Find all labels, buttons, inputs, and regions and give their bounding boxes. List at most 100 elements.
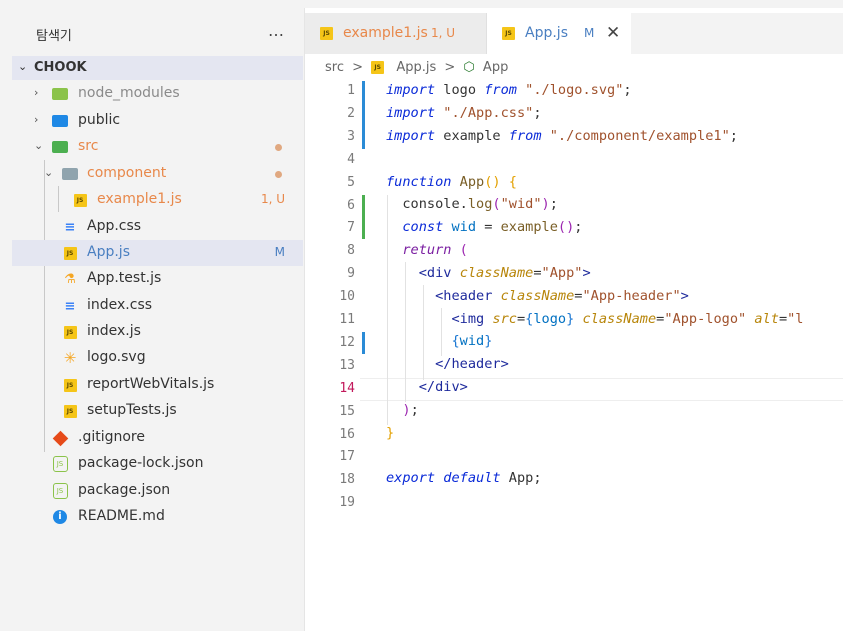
folder-icon xyxy=(62,166,78,182)
tree-item-label: App.css xyxy=(87,218,142,234)
tree-item-node-modules[interactable]: › node_modules xyxy=(12,81,303,107)
modified-lines-marker xyxy=(362,81,365,149)
modified-badge: M xyxy=(274,245,285,259)
tree-item-label: component xyxy=(87,165,167,181)
tree-item-label: App.js xyxy=(87,244,130,260)
js-icon: JS xyxy=(62,245,78,261)
node-json-icon: JS xyxy=(52,456,68,472)
tree-item-example1-js[interactable]: JS example1.js 1, U xyxy=(12,187,303,213)
tree-item-label: setupTests.js xyxy=(87,402,177,418)
workspace-section-header[interactable]: ⌄ CHOOK xyxy=(12,56,303,80)
tab-example1-js[interactable]: JS example1.js 1, U xyxy=(305,13,487,54)
test-flask-icon: ⚗ xyxy=(64,271,76,287)
line-number: 12 xyxy=(339,334,355,350)
tab-app-js[interactable]: JS App.js M ✕ xyxy=(487,13,631,54)
close-icon[interactable]: ✕ xyxy=(606,23,620,43)
code-line-16[interactable]: } xyxy=(386,425,394,441)
tree-item-label: README.md xyxy=(78,508,165,524)
line-number: 9 xyxy=(347,266,355,282)
line-number: 7 xyxy=(347,220,355,236)
line-number: 15 xyxy=(339,403,355,419)
line-number: 8 xyxy=(347,243,355,259)
js-icon: JS xyxy=(62,377,78,393)
tree-item-app-css[interactable]: ≡ App.css xyxy=(12,214,303,240)
tree-item-label: package.json xyxy=(78,482,171,498)
js-icon: JS xyxy=(72,192,88,208)
tree-item-app-test-js[interactable]: ⚗ App.test.js xyxy=(12,266,303,292)
line-number: 1 xyxy=(347,83,355,98)
tree-item-package-json[interactable]: JS package.json xyxy=(12,478,303,504)
more-actions-icon[interactable]: … xyxy=(268,21,285,40)
tree-item-reportwebvitals-js[interactable]: JS reportWebVitals.js xyxy=(12,372,303,398)
chevron-right-icon: > xyxy=(444,60,456,75)
problem-untracked-badge: 1, U xyxy=(260,192,285,206)
code-line-8[interactable]: return ( xyxy=(386,242,467,258)
code-line-3[interactable]: import example from "./component/example… xyxy=(386,128,738,144)
tree-item-package-lock-json[interactable]: JS package-lock.json xyxy=(12,451,303,477)
code-line-2[interactable]: import "./App.css"; xyxy=(386,105,542,121)
line-number: 14 xyxy=(339,380,355,396)
code-line-9[interactable]: <div className="App"> xyxy=(386,265,591,281)
chevron-down-icon: ⌄ xyxy=(34,139,44,152)
line-number: 17 xyxy=(339,449,355,465)
editor-tab-bar: JS example1.js 1, U JS App.js M ✕ xyxy=(305,13,843,54)
js-icon: JS xyxy=(62,324,78,340)
added-lines-marker xyxy=(362,195,365,239)
modified-dot xyxy=(275,171,282,178)
tree-item-label: index.css xyxy=(87,297,153,313)
tab-label: App.js xyxy=(525,25,568,41)
chevron-down-icon: ⌄ xyxy=(44,166,54,179)
tree-item-label: index.js xyxy=(87,323,141,339)
tree-item-label: App.test.js xyxy=(87,270,162,286)
tree-item-app-js[interactable]: JS App.js M xyxy=(12,240,303,266)
menu-bar-strip xyxy=(0,0,843,8)
explorer-title: 탐색기 xyxy=(36,29,72,44)
tree-item-gitignore[interactable]: .gitignore xyxy=(12,425,303,451)
tree-item-label: src xyxy=(78,138,99,154)
folder-node-icon xyxy=(52,86,68,102)
folder-public-icon xyxy=(52,113,68,129)
tab-status: 1, U xyxy=(431,26,456,40)
chevron-right-icon: > xyxy=(352,60,364,75)
tree-item-component[interactable]: ⌄ component xyxy=(12,161,303,187)
tree-item-logo-svg[interactable]: ✳ logo.svg xyxy=(12,345,303,371)
code-line-15[interactable]: ); xyxy=(386,402,418,418)
line-number: 16 xyxy=(339,426,355,442)
tree-item-label: logo.svg xyxy=(87,349,146,365)
tree-item-setuptests-js[interactable]: JS setupTests.js xyxy=(12,398,303,424)
chevron-right-icon: › xyxy=(34,113,39,126)
breadcrumb-symbol[interactable]: App xyxy=(483,60,508,75)
line-number: 10 xyxy=(339,289,355,305)
code-line-5[interactable]: function App() { xyxy=(386,174,517,190)
tree-item-readme-md[interactable]: i README.md xyxy=(12,504,303,530)
tree-item-label: public xyxy=(78,112,121,128)
breadcrumb-folder[interactable]: src xyxy=(325,60,344,75)
breadcrumb-file[interactable]: App.js xyxy=(396,60,436,75)
line-number: 2 xyxy=(347,105,355,121)
tree-item-public[interactable]: › public xyxy=(12,108,303,134)
line-number: 19 xyxy=(339,495,355,511)
tree-item-index-css[interactable]: ≡ index.css xyxy=(12,293,303,319)
css-icon: ≡ xyxy=(64,219,76,235)
css-icon: ≡ xyxy=(64,298,76,314)
code-line-18[interactable]: export default App; xyxy=(386,470,542,486)
line-number: 5 xyxy=(347,174,355,190)
code-line-6[interactable]: console.log("wid"); xyxy=(386,196,558,212)
code-line-10[interactable]: <header className="App-header"> xyxy=(386,288,689,304)
tab-status: M xyxy=(584,26,595,40)
code-line-1[interactable]: import logo from "./logo.svg"; xyxy=(386,82,632,98)
code-line-14[interactable]: </div> xyxy=(386,379,468,395)
code-line-11[interactable]: <img src={logo} className="App-logo" alt… xyxy=(386,311,803,327)
line-number: 11 xyxy=(339,312,355,327)
modified-lines-marker xyxy=(362,332,365,354)
code-line-12[interactable]: {wid} xyxy=(386,333,492,349)
tree-item-index-js[interactable]: JS index.js xyxy=(12,319,303,345)
code-line-7[interactable]: const wid = example(); xyxy=(386,219,582,235)
tree-item-label: example1.js xyxy=(97,191,182,207)
code-line-13[interactable]: </header> xyxy=(386,356,509,372)
svg-star-icon: ✳ xyxy=(63,349,77,367)
tree-item-src[interactable]: ⌄ src xyxy=(12,134,303,160)
js-icon: JS xyxy=(502,27,515,40)
git-icon xyxy=(52,430,68,446)
tree-item-label: .gitignore xyxy=(78,429,145,445)
